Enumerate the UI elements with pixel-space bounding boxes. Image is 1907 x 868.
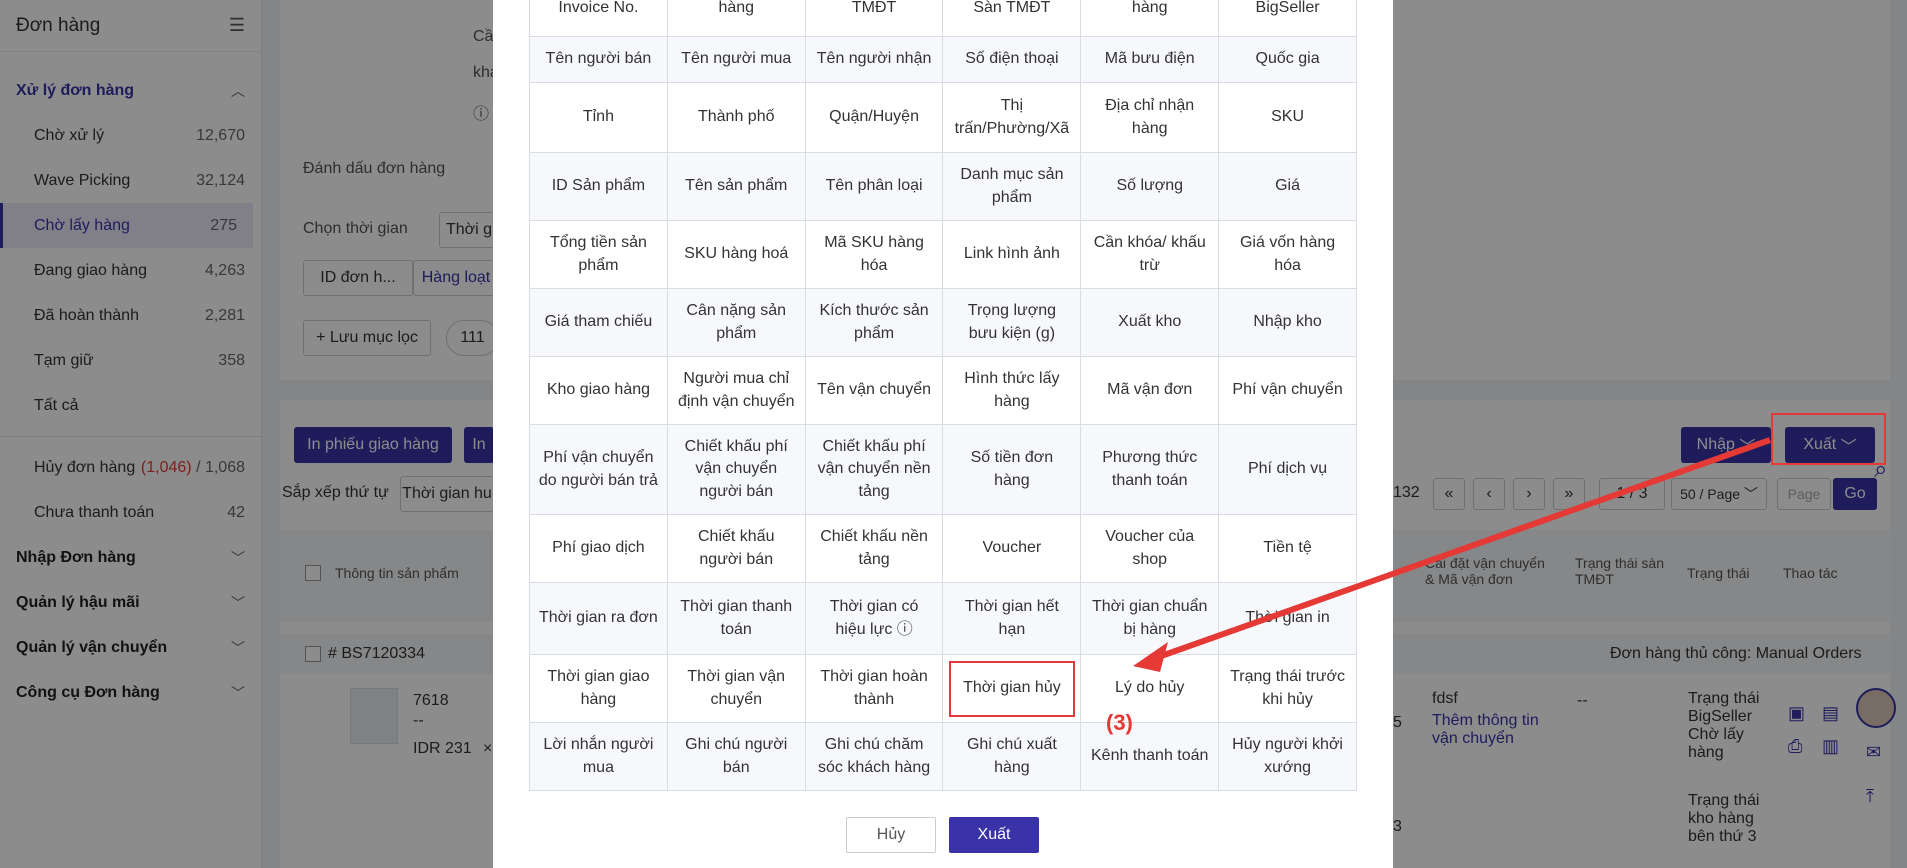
field-row: ID Sản phẩm Tên sản phẩm Tên phân loại Danh… — [529, 152, 1357, 221]
step-annotation: (3) — [1106, 710, 1133, 735]
export-button-highlight — [1771, 413, 1886, 465]
field-option[interactable]: Thời gian giao hàng — [529, 654, 668, 723]
field-option[interactable]: Tên phân loại — [804, 152, 944, 221]
field-option[interactable]: Giá tham chiếu — [529, 288, 668, 357]
field-option[interactable]: Chiết khấu nền tảng — [804, 514, 944, 583]
field-option[interactable]: Sàn TMĐT — [942, 0, 1082, 37]
field-option[interactable]: Chiết khấu người bán — [666, 514, 806, 583]
field-option[interactable]: Hình thức lấy hàng — [942, 356, 1082, 425]
field-option[interactable]: Thị trấn/Phường/Xã — [942, 82, 1082, 153]
field-option[interactable]: Nhập kho — [1218, 288, 1357, 357]
field-option[interactable]: Mã bưu điện — [1080, 36, 1220, 83]
field-option[interactable]: Thời gian có hiệu lực ⓘ — [804, 582, 944, 655]
field-option[interactable]: Số điện thoại — [942, 36, 1082, 83]
field-option[interactable]: Phí dịch vụ — [1218, 424, 1357, 515]
field-option[interactable]: ID Sản phẩm — [529, 152, 668, 221]
field-option[interactable]: Lý do hủy — [1080, 654, 1220, 723]
field-option[interactable]: SKU hàng hoá — [666, 220, 806, 289]
field-option[interactable]: Tên người mua — [666, 36, 806, 83]
field-option[interactable]: Cần khóa/ khấu trừ — [1080, 220, 1220, 289]
field-option[interactable]: Quốc gia — [1218, 36, 1357, 83]
field-option[interactable]: Ghi chú chăm sóc khách hàng — [804, 722, 944, 791]
field-option[interactable]: Tên sản phẩm — [666, 152, 806, 221]
field-row: Giá tham chiếu Cân nặng sản phẩm Kích thướ… — [529, 288, 1357, 357]
cancel-button[interactable]: Hủy — [846, 817, 936, 853]
field-row: Tổng tiền sản phẩm SKU hàng hoá Mã SKU hàn… — [529, 220, 1357, 289]
export-fields-grid: Invoice No. hàng TMĐT Sàn TMĐT hàng BigSeller… — [529, 0, 1357, 791]
field-option[interactable]: Trọng lượng bưu kiện (g) — [942, 288, 1082, 357]
field-row: Phí giao dịch Chiết khấu người bán Chiết k… — [529, 514, 1357, 583]
field-row: Tên người bán Tên người mua Tên người nhận… — [529, 36, 1357, 83]
field-row: Tỉnh Thành phố Quận/Huyện Thị trấn/Phường/X… — [529, 82, 1357, 153]
field-option[interactable]: Kích thước sản phẩm — [804, 288, 944, 357]
field-option[interactable]: Mã SKU hàng hóa — [804, 220, 944, 289]
field-option[interactable]: Tiền tệ — [1218, 514, 1357, 583]
field-option[interactable]: Tên vận chuyển — [804, 356, 944, 425]
field-option[interactable]: hàng — [1080, 0, 1220, 37]
export-confirm-label: Xuất — [977, 826, 1011, 843]
field-option[interactable]: Mã vận đơn — [1080, 356, 1220, 425]
field-option[interactable]: Voucher — [942, 514, 1082, 583]
field-option[interactable]: Danh mục sản phẩm — [942, 152, 1082, 221]
field-option[interactable]: Thời gian vận chuyển — [666, 654, 806, 723]
field-option[interactable]: Tên người bán — [529, 36, 668, 83]
field-option[interactable]: hàng — [666, 0, 806, 37]
field-option[interactable]: Voucher của shop — [1080, 514, 1220, 583]
field-option[interactable]: Phương thức thanh toán — [1080, 424, 1220, 515]
field-option[interactable]: SKU — [1218, 82, 1357, 153]
field-option[interactable]: Tên người nhận — [804, 36, 944, 83]
field-option[interactable]: Kho giao hàng — [529, 356, 668, 425]
field-option[interactable]: Quận/Huyện — [804, 82, 944, 153]
field-option[interactable]: Thời gian in — [1218, 582, 1357, 655]
field-option[interactable]: Thời gian chuẩn bị hàng — [1080, 582, 1220, 655]
field-option[interactable]: Chiết khấu phí vận chuyển nền tảng — [804, 424, 944, 515]
field-option[interactable]: Xuất kho — [1080, 288, 1220, 357]
field-option[interactable]: Lời nhắn người mua — [529, 722, 668, 791]
field-row: Invoice No. hàng TMĐT Sàn TMĐT hàng BigSeller — [529, 0, 1357, 37]
field-option[interactable]: Ghi chú xuất hàng — [942, 722, 1082, 791]
field-option[interactable]: Số tiền đơn hàng — [942, 424, 1082, 515]
field-option[interactable]: Thành phố — [666, 82, 806, 153]
field-option[interactable]: Số lượng — [1080, 152, 1220, 221]
export-confirm-button[interactable]: Xuất — [949, 817, 1039, 853]
field-option[interactable]: Tỉnh — [529, 82, 668, 153]
field-option[interactable]: Chiết khấu phí vận chuyển người bán — [666, 424, 806, 515]
field-option[interactable]: Phí giao dịch — [529, 514, 668, 583]
field-option[interactable]: Hủy người khởi xướng — [1218, 722, 1357, 791]
field-option[interactable]: Thời gian ra đơn — [529, 582, 668, 655]
field-option[interactable]: Phí vận chuyển — [1218, 356, 1357, 425]
field-option[interactable]: Thời gian thanh toán — [666, 582, 806, 655]
field-option-cancel-time[interactable]: Thời gian hủy — [942, 654, 1082, 723]
field-option[interactable]: Địa chỉ nhận hàng — [1080, 82, 1220, 153]
field-row: Kho giao hàng Người mua chỉ định vận chuy… — [529, 356, 1357, 425]
field-option[interactable]: Ghi chú người bán — [666, 722, 806, 791]
field-row: Thời gian ra đơn Thời gian thanh toán Thời… — [529, 582, 1357, 655]
field-row: Phí vận chuyển do người bán trả Chiết khấ… — [529, 424, 1357, 515]
field-option[interactable]: TMĐT — [804, 0, 944, 37]
field-option[interactable]: Phí vận chuyển do người bán trả — [529, 424, 668, 515]
field-option[interactable]: Thời gian hết hạn — [942, 582, 1082, 655]
field-option[interactable]: Giá vốn hàng hóa — [1218, 220, 1357, 289]
field-option[interactable]: BigSeller — [1218, 0, 1357, 37]
field-option[interactable]: Invoice No. — [529, 0, 668, 37]
field-option[interactable]: Người mua chỉ định vận chuyển — [666, 356, 806, 425]
field-option[interactable]: Kênh thanh toán — [1080, 722, 1220, 791]
field-option[interactable]: Trạng thái trước khi hủy — [1218, 654, 1357, 723]
field-option[interactable]: Thời gian hoàn thành — [804, 654, 944, 723]
field-option[interactable]: Tổng tiền sản phẩm — [529, 220, 668, 289]
field-row: Thời gian giao hàng Thời gian vận chuyển T… — [529, 654, 1357, 723]
field-option[interactable]: Link hình ảnh — [942, 220, 1082, 289]
field-option[interactable]: Cân nặng sản phẩm — [666, 288, 806, 357]
field-row: Lời nhắn người mua Ghi chú người bán Ghi c… — [529, 722, 1357, 791]
field-option[interactable]: Giá — [1218, 152, 1357, 221]
cancel-label: Hủy — [876, 826, 906, 843]
